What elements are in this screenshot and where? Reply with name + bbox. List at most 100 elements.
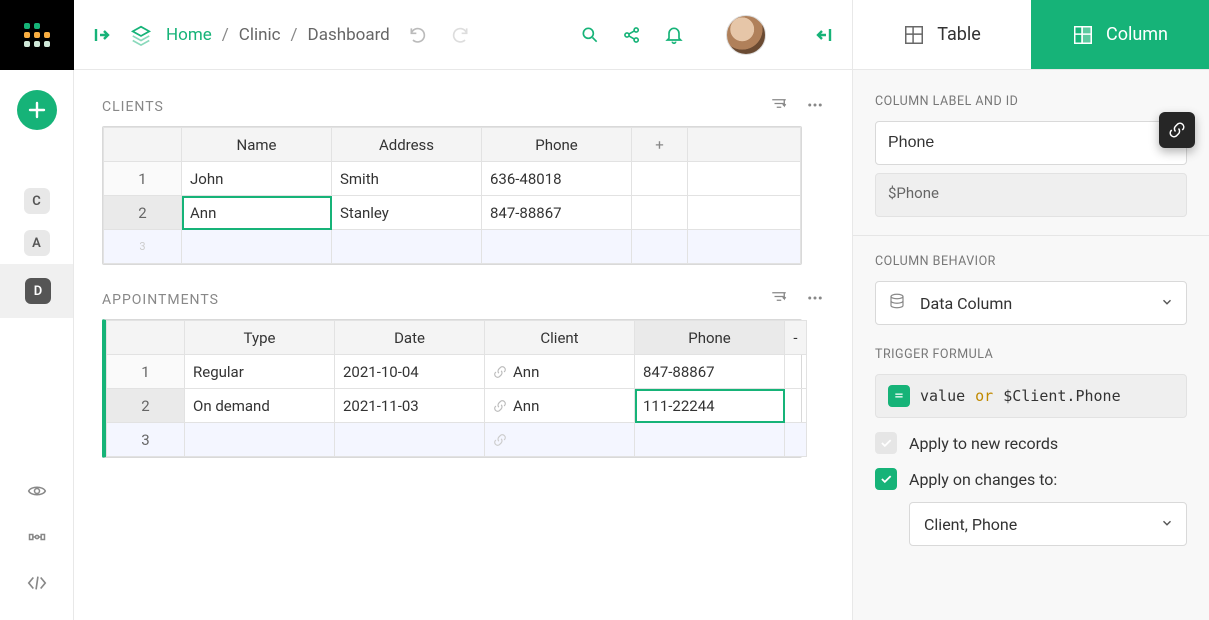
apply-changes-fields-select[interactable]: Client, Phone bbox=[909, 502, 1187, 546]
cell[interactable]: 2021-10-04 bbox=[335, 355, 485, 389]
checkbox-apply-changes[interactable] bbox=[875, 468, 897, 490]
right-panel-tabs: Table Column bbox=[853, 0, 1209, 70]
breadcrumb-home[interactable]: Home bbox=[166, 25, 212, 45]
redo-icon[interactable] bbox=[446, 21, 474, 49]
label-column-behavior: COLUMN BEHAVIOR bbox=[875, 254, 1187, 269]
row-number: 2 bbox=[107, 389, 185, 423]
label-trigger-formula: TRIGGER FORMULA bbox=[875, 347, 1187, 362]
add-new-button[interactable] bbox=[17, 90, 57, 130]
tab-table[interactable]: Table bbox=[853, 0, 1031, 70]
col-header-phone[interactable]: Phone bbox=[635, 321, 785, 355]
sort-filter-icon[interactable] bbox=[770, 289, 788, 311]
column-behavior-select[interactable]: Data Column bbox=[875, 281, 1187, 325]
breadcrumb-dashboard: Dashboard bbox=[308, 25, 390, 45]
section-title-clients: CLIENTS bbox=[102, 99, 164, 115]
main-area: Home / Clinic / Dashboard bbox=[74, 0, 852, 620]
row-number: 2 bbox=[104, 196, 182, 230]
tab-table-label: Table bbox=[937, 24, 981, 45]
cell[interactable]: Regular bbox=[185, 355, 335, 389]
column-id-display: $Phone bbox=[875, 173, 1187, 217]
table-row[interactable]: 2 Ann Stanley 847-88867 bbox=[104, 196, 801, 230]
search-icon[interactable] bbox=[576, 21, 604, 49]
col-header-type[interactable]: Type bbox=[185, 321, 335, 355]
appointments-grid[interactable]: Type Date Client Phone - 1 Regular 2021-… bbox=[102, 319, 802, 458]
cell[interactable]: 111-22244 bbox=[635, 389, 785, 423]
cell-reference[interactable]: Ann bbox=[485, 389, 635, 423]
link-icon bbox=[493, 365, 507, 379]
checkbox-apply-new[interactable] bbox=[875, 432, 897, 454]
apply-changes-fields-value: Client, Phone bbox=[924, 515, 1017, 534]
col-header-phone[interactable]: Phone bbox=[482, 128, 632, 162]
formula-eq-icon: = bbox=[888, 385, 910, 407]
notifications-icon[interactable] bbox=[660, 21, 688, 49]
chevron-down-icon bbox=[1160, 515, 1174, 534]
cell[interactable]: 847-88867 bbox=[482, 196, 632, 230]
cell[interactable]: 2021-11-03 bbox=[335, 389, 485, 423]
plus-icon bbox=[28, 101, 46, 119]
clients-grid[interactable]: Name Address Phone + 1 John Smith 636-48… bbox=[102, 126, 802, 265]
chevron-down-icon bbox=[1160, 294, 1174, 313]
cell[interactable]: 636-48018 bbox=[482, 162, 632, 196]
trigger-formula-input[interactable]: = value or $Client.Phone bbox=[875, 374, 1187, 418]
col-header-client[interactable]: Client bbox=[485, 321, 635, 355]
apply-changes-label: Apply on changes to: bbox=[909, 470, 1057, 489]
database-icon bbox=[888, 292, 906, 314]
new-row[interactable]: 3 bbox=[107, 423, 807, 457]
raw-data-icon[interactable] bbox=[24, 478, 50, 504]
expand-sidebar-icon[interactable] bbox=[88, 21, 116, 49]
link-column-id-button[interactable] bbox=[1159, 112, 1195, 148]
row-number: 3 bbox=[104, 230, 182, 264]
new-row[interactable]: 3 bbox=[104, 230, 801, 264]
table-row[interactable]: 1 John Smith 636-48018 bbox=[104, 162, 801, 196]
user-avatar[interactable] bbox=[726, 15, 766, 55]
add-column-button[interactable]: + bbox=[632, 128, 688, 162]
cell[interactable]: Ann bbox=[182, 196, 332, 230]
page-pill-a[interactable]: A bbox=[24, 230, 50, 256]
table-row[interactable]: 2 On demand 2021-11-03 Ann 111-22244 bbox=[107, 389, 807, 423]
page-pill-d[interactable]: D bbox=[25, 278, 51, 304]
collapse-right-panel-icon[interactable] bbox=[810, 21, 838, 49]
row-number: 3 bbox=[107, 423, 185, 457]
apply-new-label: Apply to new records bbox=[909, 434, 1058, 453]
breadcrumb: Home / Clinic / Dashboard bbox=[166, 25, 390, 45]
logo-icon bbox=[22, 20, 52, 50]
right-panel: Table Column COLUMN LABEL AND ID $Phone … bbox=[852, 0, 1209, 620]
col-header-name[interactable]: Name bbox=[182, 128, 332, 162]
apply-new-records-row[interactable]: Apply to new records bbox=[875, 432, 1187, 454]
col-header-extra[interactable]: - bbox=[785, 321, 807, 355]
column-label-input[interactable] bbox=[875, 121, 1187, 165]
column-icon bbox=[1072, 24, 1094, 46]
cell[interactable]: On demand bbox=[185, 389, 335, 423]
source-code-icon[interactable] bbox=[24, 570, 50, 596]
table-row[interactable]: 1 Regular 2021-10-04 Ann 847-88867 bbox=[107, 355, 807, 389]
section-menu-icon[interactable] bbox=[806, 96, 824, 118]
tab-column-label: Column bbox=[1106, 24, 1168, 45]
left-sidebar: C A D bbox=[0, 0, 74, 620]
cell-reference[interactable]: Ann bbox=[485, 355, 635, 389]
breadcrumb-clinic[interactable]: Clinic bbox=[239, 25, 281, 45]
cell[interactable]: Stanley bbox=[332, 196, 482, 230]
page-pill-c[interactable]: C bbox=[24, 188, 50, 214]
col-header-date[interactable]: Date bbox=[335, 321, 485, 355]
cell[interactable]: 847-88867 bbox=[635, 355, 785, 389]
cell-reference[interactable] bbox=[485, 423, 635, 457]
layers-icon[interactable] bbox=[130, 24, 152, 46]
section-title-appointments: APPOINTMENTS bbox=[102, 292, 219, 308]
cell[interactable]: John bbox=[182, 162, 332, 196]
tab-column[interactable]: Column bbox=[1031, 0, 1209, 70]
top-header: Home / Clinic / Dashboard bbox=[74, 0, 852, 70]
rownum-header bbox=[107, 321, 185, 355]
apply-on-changes-row[interactable]: Apply on changes to: bbox=[875, 468, 1187, 490]
undo-icon[interactable] bbox=[404, 21, 432, 49]
section-menu-icon[interactable] bbox=[806, 289, 824, 311]
row-number: 1 bbox=[107, 355, 185, 389]
link-icon bbox=[493, 399, 507, 413]
col-header-address[interactable]: Address bbox=[332, 128, 482, 162]
row-number: 1 bbox=[104, 162, 182, 196]
breadcrumb-sep: / bbox=[291, 25, 298, 45]
code-view-icon[interactable] bbox=[24, 524, 50, 550]
share-icon[interactable] bbox=[618, 21, 646, 49]
sort-filter-icon[interactable] bbox=[770, 96, 788, 118]
link-icon bbox=[493, 433, 507, 447]
cell[interactable]: Smith bbox=[332, 162, 482, 196]
